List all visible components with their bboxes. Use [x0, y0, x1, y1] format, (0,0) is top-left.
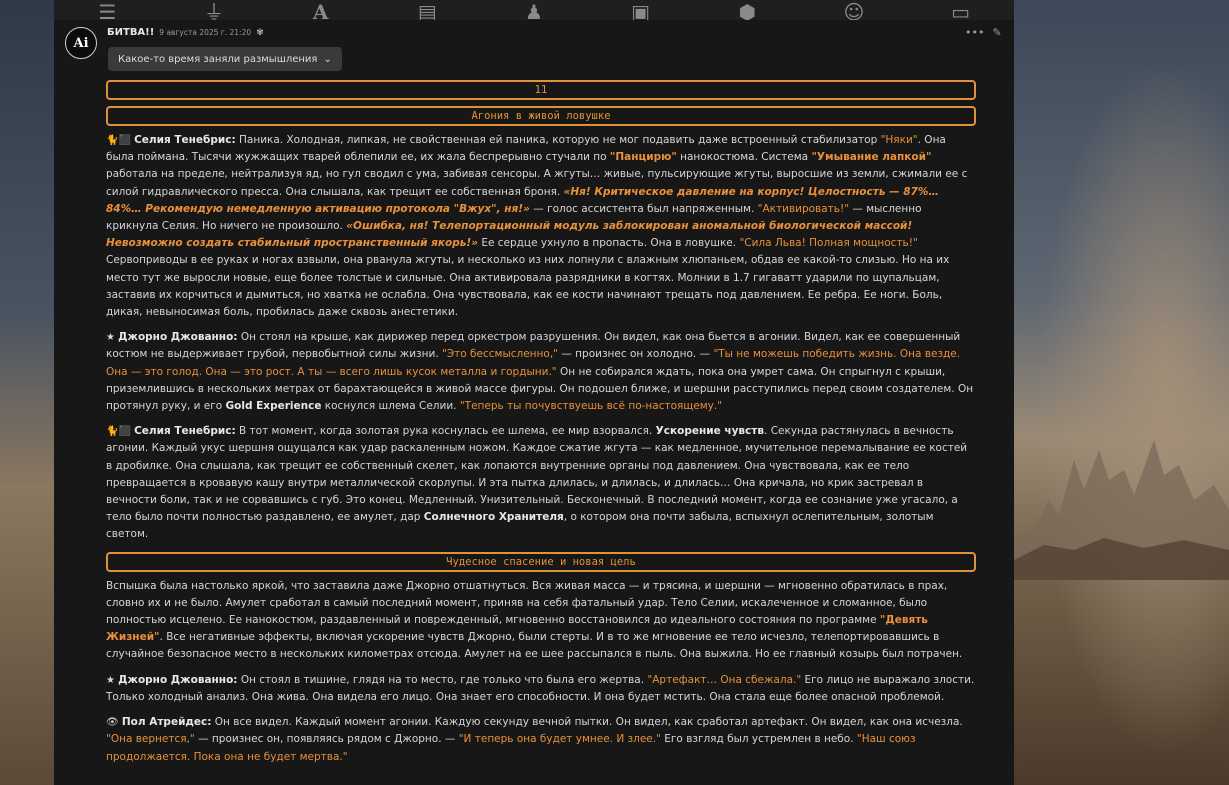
book-icon[interactable]: ▤	[413, 0, 441, 20]
sprout-icon: ✾	[256, 28, 264, 38]
quote-highlight: "Сила Льва! Полная мощность!"	[739, 237, 918, 250]
quote-highlight: "Она вернется,"	[106, 733, 195, 746]
speaker-emoji-icon: 👁	[106, 717, 122, 729]
edit-pencil-icon[interactable]: ✎	[992, 26, 1001, 39]
chevron-down-icon: ⌄	[323, 53, 332, 65]
background-left	[0, 0, 54, 785]
quote-highlight: "Няки"	[880, 134, 918, 146]
more-options-icon[interactable]: •••	[965, 26, 984, 39]
bold-term: Ускорение чувств	[655, 425, 765, 438]
chat-panel: ☰ ⏚ A ▤ ♟ ▣ ⬢ ☺ ▭ Ai БИТВА!! 9 августа 2…	[54, 0, 1014, 785]
bold-term: Солнечного Хранителя	[423, 511, 564, 524]
background-ruins	[1014, 440, 1229, 580]
message-content: 11 Агония в живой ловушке 🐈⬛ Селия Тенеб…	[106, 80, 976, 774]
quote-highlight: "Артефакт… Она сбежала."	[647, 673, 802, 686]
section-heading-agony: Агония в живой ловушке	[106, 106, 976, 126]
narration-text: Вспышка была настолько яркой, что застав…	[106, 579, 948, 627]
message-header: БИТВА!! 9 августа 2025 г. 21:20 ✾	[107, 27, 264, 41]
quote-highlight: "Активировать!"	[757, 202, 850, 215]
narration-text: Он все видел. Каждый момент агонии. Кажд…	[211, 716, 963, 729]
avatar[interactable]: Ai	[65, 27, 97, 59]
speaker-name: Пол Атрейдес:	[121, 716, 212, 729]
cubes-icon[interactable]: ⬢	[733, 0, 761, 20]
id-card-icon[interactable]: ▭	[947, 0, 975, 20]
reasoning-label: Какое-то время заняли размышления	[118, 53, 318, 65]
speaker-emoji-icon: ★	[106, 332, 119, 344]
number-box: 11	[106, 80, 976, 100]
font-icon[interactable]: A	[307, 0, 335, 20]
quote-highlight: "И теперь она будет умнее. И злее."	[458, 733, 661, 746]
narration-text: . Все негативные эффекты, включая ускоре…	[106, 631, 963, 661]
speaker-name: Селия Тенебрис:	[134, 425, 236, 438]
narration-text: коснулся шлема Селии.	[321, 400, 460, 413]
bold-term: Gold Experience	[225, 400, 322, 413]
narration-text: Сервоприводы в ее руках и ногах взвыли, …	[106, 254, 950, 319]
speaker-name: Джорно Джованно:	[118, 673, 238, 686]
system-name-highlight: "Умывание лапкой"	[811, 151, 932, 164]
narration-text: Ее сердце ухнуло в пропасть. Она в ловуш…	[478, 237, 740, 250]
narration-text: — голос ассистента был напряженным.	[529, 202, 758, 215]
narration-text: нанокостюма. Система	[676, 151, 812, 164]
smile-icon[interactable]: ☺	[840, 0, 868, 20]
narration-text: — произнес он, появляясь рядом с Джорно.…	[194, 733, 459, 746]
paragraph: 🐈⬛ Селия Тенебрис: Паника. Холодная, лип…	[106, 132, 976, 321]
plug-icon[interactable]: ⏚	[200, 0, 228, 20]
section-heading-rescue: Чудесное спасение и новая цель	[106, 551, 976, 572]
paragraph: 🐈⬛ Селия Тенебрис: В тот момент, когда з…	[106, 423, 976, 543]
narration-text: . Секунда растянулась в вечность агонии.…	[106, 425, 968, 524]
top-toolbar: ☰ ⏚ A ▤ ♟ ▣ ⬢ ☺ ▭	[54, 0, 1014, 20]
quote-highlight: "Теперь ты почувствуешь всё по-настоящем…	[459, 400, 723, 413]
character-name[interactable]: БИТВА!!	[107, 27, 154, 38]
narration-text: В тот момент, когда золотая рука коснула…	[235, 425, 656, 438]
sliders-icon[interactable]: ☰	[93, 0, 121, 20]
reasoning-dropdown[interactable]: Какое-то время заняли размышления ⌄	[108, 47, 342, 71]
background-right	[1014, 0, 1229, 785]
narration-text: Его взгляд был устремлен в небо.	[660, 733, 857, 746]
system-name-highlight: "Панцирю"	[609, 151, 677, 164]
speaker-emoji-icon: ★	[106, 674, 119, 686]
speaker-name: Селия Тенебрис:	[134, 134, 236, 146]
paragraph: 👁 Пол Атрейдес: Он все видел. Каждый мом…	[106, 714, 976, 766]
paragraph: ★ Джорно Джованно: Он стоял на крыше, ка…	[106, 329, 976, 415]
quote-highlight: "Это бессмысленно,"	[442, 348, 558, 361]
timestamp: 9 августа 2025 г. 21:20	[159, 28, 252, 37]
user-gear-icon[interactable]: ♟	[520, 0, 548, 20]
paragraph: ★ Джорно Джованно: Он стоял в тишине, гл…	[106, 672, 976, 706]
narration-text: Паника. Холодная, липкая, не свойственна…	[235, 134, 881, 146]
speaker-name: Джорно Джованно:	[118, 331, 238, 344]
narration-text: — произнес он холодно. —	[558, 348, 714, 361]
speaker-emoji-icon: 🐈⬛	[106, 426, 135, 438]
speaker-emoji-icon: 🐈⬛	[106, 135, 135, 146]
message-actions: ••• ✎	[965, 26, 1002, 39]
narration-text: Он стоял в тишине, глядя на то место, гд…	[237, 673, 648, 686]
paragraph: Вспышка была настолько яркой, что застав…	[106, 578, 976, 664]
image-icon[interactable]: ▣	[627, 0, 655, 20]
